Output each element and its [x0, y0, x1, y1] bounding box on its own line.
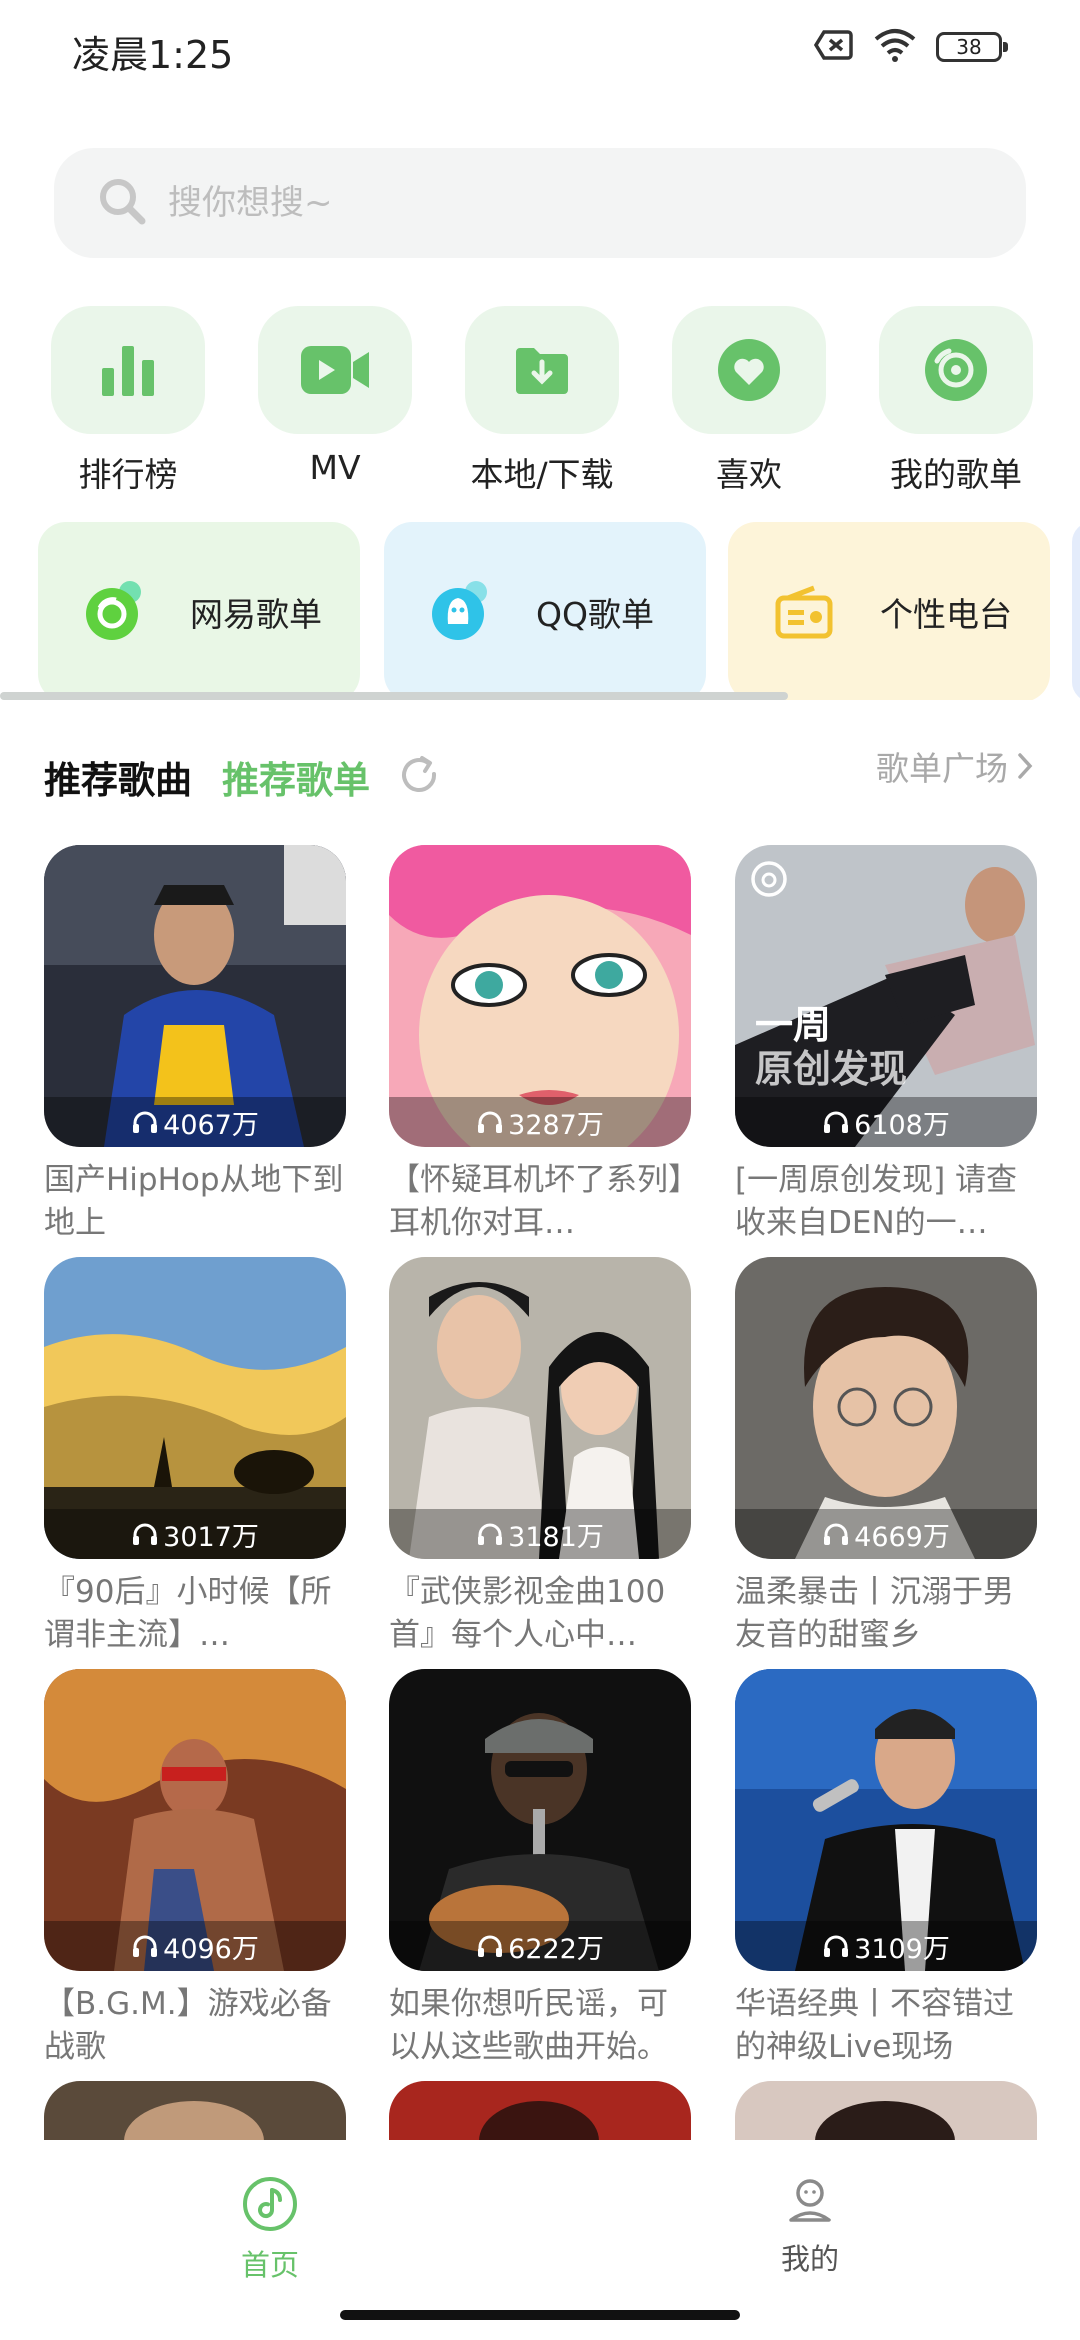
search-icon	[96, 175, 148, 231]
netease-badge-icon	[749, 859, 789, 903]
playlist-cover	[44, 2081, 346, 2141]
video-icon	[301, 346, 369, 394]
playlist-plaza-link[interactable]: 歌单广场	[876, 742, 1034, 790]
status-bar: 凌晨1:25 38	[0, 0, 1080, 100]
playlist-cover: 4096万	[44, 1669, 346, 1971]
user-icon	[789, 2179, 831, 2222]
sim-off-icon	[813, 29, 854, 65]
quick-label: MV	[309, 448, 361, 487]
playlist-cover	[389, 2081, 691, 2141]
playlist-title: 【怀疑耳机坏了系列】耳机你对耳…	[389, 1162, 684, 1241]
playlist-card[interactable]: 3181万 『武侠影视金曲100首』每个人心中…	[389, 1257, 691, 1657]
horizontal-scroll-indicator	[0, 692, 788, 700]
play-count: 3287万	[389, 1097, 691, 1147]
playlist-cover: 一周 原创发现 6108万	[735, 845, 1037, 1147]
play-count: 3109万	[735, 1921, 1037, 1971]
source-card-radio[interactable]: 个性电台	[728, 522, 1050, 702]
headphones-icon	[133, 1111, 158, 1133]
wifi-icon	[874, 28, 916, 66]
download-folder-icon	[516, 348, 568, 394]
playlist-cover: 3109万	[735, 1669, 1037, 1971]
playlist-cover: 6222万	[389, 1669, 691, 1971]
quick-label: 喜欢	[716, 455, 782, 494]
playlist-cover: 3181万	[389, 1257, 691, 1559]
playlist-title: 【B.G.M.】游戏必备战歌	[44, 1986, 332, 2065]
quick-item-local-download[interactable]: 本地/下载	[462, 306, 622, 496]
qq-icon	[426, 578, 494, 646]
playlist-card[interactable]: 4669万 温柔暴击丨沉溺于男友音的甜蜜乡	[735, 1257, 1037, 1657]
play-count: 3017万	[44, 1509, 346, 1559]
quick-item-mv[interactable]: MV	[255, 306, 415, 487]
headphones-icon	[133, 1935, 158, 1957]
source-card-netease[interactable]: 网易歌单	[38, 522, 360, 702]
nav-home[interactable]: 首页	[170, 2176, 370, 2284]
playlist-card[interactable]: 3017万 『90后』小时候【所谓非主流】…	[44, 1257, 346, 1657]
headphones-icon	[478, 1111, 503, 1133]
play-count: 6222万	[389, 1921, 691, 1971]
playlist-title: 华语经典丨不容错过的神级Live现场	[735, 1986, 1014, 2065]
status-icons: 38	[813, 28, 1008, 66]
playlist-cover	[735, 2081, 1037, 2141]
cover-overlay-text: 一周 原创发现	[755, 1003, 908, 1091]
radio-icon	[770, 578, 838, 646]
play-count: 4096万	[44, 1921, 346, 1971]
quick-item-favorites[interactable]: 喜欢	[669, 306, 829, 496]
playlist-card[interactable]	[735, 2081, 1037, 2141]
bar-chart-icon	[102, 346, 154, 396]
headphones-icon	[133, 1523, 158, 1545]
section-header: 推荐歌曲 推荐歌单 歌单广场	[0, 748, 1080, 808]
refresh-icon[interactable]	[398, 754, 442, 802]
play-count: 6108万	[735, 1097, 1037, 1147]
tab-recommended-songs[interactable]: 推荐歌曲	[44, 750, 192, 804]
playlist-cover: 4669万	[735, 1257, 1037, 1559]
play-count: 3181万	[389, 1509, 691, 1559]
quick-label: 本地/下载	[470, 455, 614, 494]
playlist-card[interactable]: 4096万 【B.G.M.】游戏必备战歌	[44, 1669, 346, 2069]
headphones-icon	[478, 1935, 503, 1957]
playlist-card[interactable]: 一周 原创发现 6108万 [一周原创发现] 请查收来自DEN的一…	[735, 845, 1037, 1245]
headphones-icon	[478, 1523, 503, 1545]
quick-label: 排行榜	[78, 455, 178, 494]
playlist-cover: 3287万	[389, 845, 691, 1147]
headphones-icon	[824, 1523, 849, 1545]
search-bar[interactable]	[54, 148, 1026, 258]
quick-item-ranking[interactable]: 排行榜	[48, 306, 208, 496]
headphones-icon	[824, 1111, 849, 1133]
status-time: 凌晨1:25	[72, 33, 234, 77]
recommend-section: 推荐歌曲 推荐歌单 歌单广场 4067万 国产HipHop从地下到地上 3287…	[0, 700, 1080, 2141]
source-card-more[interactable]	[1072, 522, 1080, 702]
quick-entries: 排行榜 MV 本地/下载 喜欢 我的歌单	[0, 306, 1080, 496]
playlist-title: 如果你想听民谣，可以从这些歌曲开始。	[389, 1986, 668, 2065]
netease-icon	[80, 578, 148, 646]
playlist-title: 『90后』小时候【所谓非主流】…	[44, 1574, 332, 1653]
playlist-title: 温柔暴击丨沉溺于男友音的甜蜜乡	[735, 1574, 1014, 1653]
playlist-card[interactable]: 3287万 【怀疑耳机坏了系列】耳机你对耳…	[389, 845, 691, 1245]
playlist-card[interactable]: 6222万 如果你想听民谣，可以从这些歌曲开始。	[389, 1669, 691, 2069]
playlist-title: 国产HipHop从地下到地上	[44, 1162, 344, 1241]
source-card-qq[interactable]: QQ歌单	[384, 522, 706, 702]
headphones-icon	[824, 1935, 849, 1957]
source-cards: 网易歌单 QQ歌单 个性电台	[0, 522, 1080, 702]
playlist-title: [一周原创发现] 请查收来自DEN的一…	[735, 1162, 1018, 1241]
playlist-cover: 4067万	[44, 845, 346, 1147]
playlist-title: 『武侠影视金曲100首』每个人心中…	[389, 1574, 666, 1653]
tab-recommended-playlists[interactable]: 推荐歌单	[222, 750, 370, 804]
home-indicator	[340, 2310, 740, 2320]
battery-icon: 38	[936, 32, 1008, 62]
playlist-card[interactable]: 4067万 国产HipHop从地下到地上	[44, 845, 346, 1245]
nav-mine[interactable]: 我的	[710, 2176, 910, 2278]
heart-icon	[718, 339, 780, 401]
playlist-card[interactable]: 3109万 华语经典丨不容错过的神级Live现场	[735, 1669, 1037, 2069]
chevron-right-icon	[1018, 753, 1033, 779]
music-disc-icon	[243, 2177, 297, 2231]
playlist-cover: 3017万	[44, 1257, 346, 1559]
play-count: 4669万	[735, 1509, 1037, 1559]
search-input[interactable]	[168, 183, 968, 223]
quick-label: 我的歌单	[890, 455, 1022, 494]
quick-item-my-playlists[interactable]: 我的歌单	[876, 306, 1036, 496]
playlist-card[interactable]	[389, 2081, 691, 2141]
disc-icon	[925, 339, 987, 401]
play-count: 4067万	[44, 1097, 346, 1147]
playlist-card[interactable]	[44, 2081, 346, 2141]
